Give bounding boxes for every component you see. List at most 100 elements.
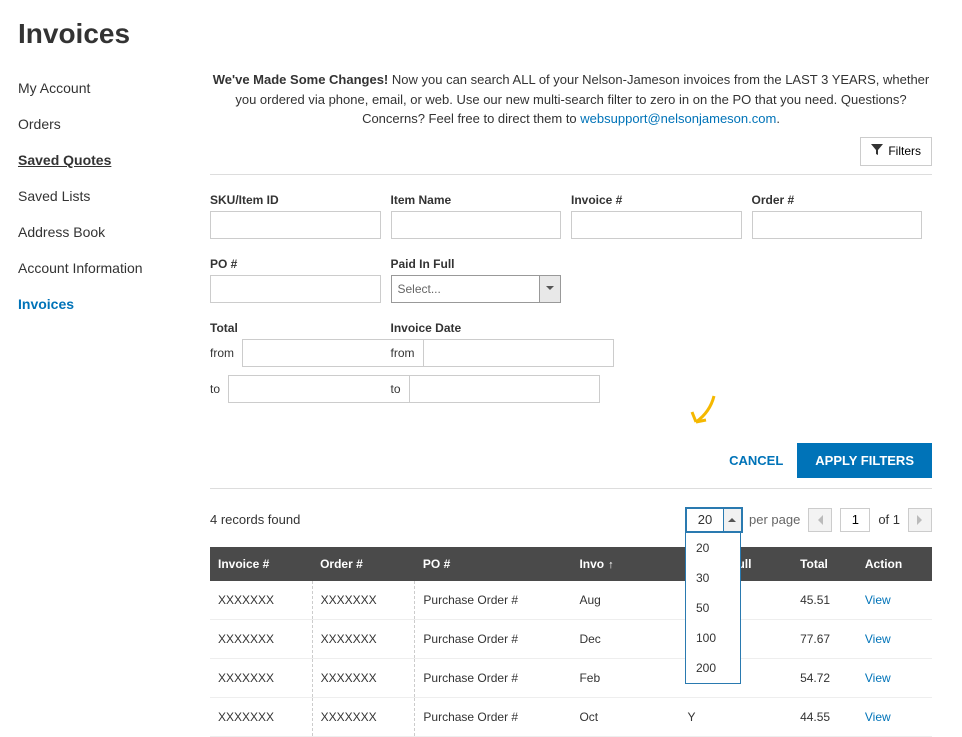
chevron-down-icon [539,275,561,303]
table-row: XXXXXXXXXXXXXXPurchase Order #FebY54.72V… [210,658,932,697]
cell-total: 77.67 [792,619,857,658]
per-page-option[interactable]: 30 [686,563,740,593]
cell-invoice: XXXXXXX [210,581,312,620]
cell-order: XXXXXXX [312,619,415,658]
view-link[interactable]: View [865,632,891,646]
per-page-option[interactable]: 200 [686,653,740,683]
cell-total: 44.55 [792,697,857,736]
apply-filters-button[interactable]: APPLY FILTERS [797,443,932,478]
sidebar-item-account-information[interactable]: Account Information [18,250,210,286]
view-link[interactable]: View [865,593,891,607]
sidebar-item-invoices[interactable]: Invoices [18,286,210,322]
per-page-label: per page [749,512,800,527]
notice-banner: We've Made Some Changes! Now you can sea… [210,70,932,129]
per-page-option[interactable]: 20 [686,533,740,563]
filters-toggle-button[interactable]: Filters [860,137,932,166]
notice-tail: . [776,111,780,126]
sidebar-item-saved-lists[interactable]: Saved Lists [18,178,210,214]
cell-total: 45.51 [792,581,857,620]
funnel-icon [871,144,883,159]
chevron-up-icon [723,509,741,531]
order-num-label: Order # [752,193,923,207]
filters-button-label: Filters [888,144,921,158]
divider [210,174,932,175]
col-action: Action [857,547,932,581]
cell-date: Dec [571,619,679,658]
total-from-label: from [210,346,234,360]
prev-page-button[interactable] [808,508,832,532]
per-page-option[interactable]: 100 [686,623,740,653]
col-order[interactable]: Order # [312,547,415,581]
page-of-label: of 1 [878,512,900,527]
cell-action: View [857,581,932,620]
sort-asc-icon: ↑ [608,559,614,571]
cell-date: Aug [571,581,679,620]
per-page-select[interactable]: 20 [685,507,743,533]
date-from-input[interactable] [423,339,614,367]
cell-total: 54.72 [792,658,857,697]
page-title: Invoices [0,0,962,50]
filter-panel: SKU/Item ID Item Name Invoice # Order # … [210,193,932,429]
sidebar-item-orders[interactable]: Orders [18,106,210,142]
table-row: XXXXXXXXXXXXXXPurchase Order #DecY77.67V… [210,619,932,658]
divider [210,488,932,489]
page-input[interactable] [840,508,870,532]
notice-email-link[interactable]: websupport@nelsonjameson.com [580,111,776,126]
invoice-date-label: Invoice Date [391,321,562,335]
table-row: XXXXXXXXXXXXXXPurchase Order #OctY44.55V… [210,697,932,736]
cancel-button[interactable]: CANCEL [729,453,783,468]
cell-po: Purchase Order # [415,619,572,658]
invoice-num-label: Invoice # [571,193,742,207]
paid-select-value: Select... [391,275,540,303]
col-invoice-date[interactable]: Invo ↑ [571,547,679,581]
sidebar-item-address-book[interactable]: Address Book [18,214,210,250]
paid-in-full-select[interactable]: Select... [391,275,562,303]
col-po[interactable]: PO # [415,547,572,581]
total-label: Total [210,321,381,335]
cell-invoice: XXXXXXX [210,697,312,736]
cell-order: XXXXXXX [312,697,415,736]
date-to-label: to [391,382,401,396]
col-invoice[interactable]: Invoice # [210,547,312,581]
paid-in-full-label: Paid In Full [391,257,562,271]
date-to-input[interactable] [409,375,600,403]
cell-action: View [857,619,932,658]
view-link[interactable]: View [865,671,891,685]
date-from-label: from [391,346,415,360]
per-page-value: 20 [687,509,723,531]
table-row: XXXXXXXXXXXXXXPurchase Order #AugY45.51V… [210,581,932,620]
sku-input[interactable] [210,211,381,239]
cell-action: View [857,658,932,697]
po-num-label: PO # [210,257,381,271]
notice-bold: We've Made Some Changes! [213,72,389,87]
total-to-label: to [210,382,220,396]
col-invoice-date-label: Invo [579,557,604,571]
cell-date: Oct [571,697,679,736]
item-name-label: Item Name [391,193,562,207]
invoices-table: Invoice # Order # PO # Invo↑ Paid In Ful… [210,547,932,737]
sidebar-item-saved-quotes[interactable]: Saved Quotes [18,142,210,178]
cell-paid: Y [679,697,792,736]
cell-date: Feb [571,658,679,697]
cell-po: Purchase Order # [415,697,572,736]
records-found: 4 records found [210,512,300,527]
sidebar: My AccountOrdersSaved QuotesSaved ListsA… [0,50,210,737]
cell-po: Purchase Order # [415,581,572,620]
per-page-dropdown: 203050100200 [685,533,741,684]
cell-order: XXXXXXX [312,658,415,697]
cell-order: XXXXXXX [312,581,415,620]
cell-po: Purchase Order # [415,658,572,697]
view-link[interactable]: View [865,710,891,724]
sku-label: SKU/Item ID [210,193,381,207]
order-num-input[interactable] [752,211,923,239]
item-name-input[interactable] [391,211,562,239]
per-page-option[interactable]: 50 [686,593,740,623]
next-page-button[interactable] [908,508,932,532]
po-num-input[interactable] [210,275,381,303]
col-total[interactable]: Total [792,547,857,581]
invoice-num-input[interactable] [571,211,742,239]
cell-invoice: XXXXXXX [210,658,312,697]
cell-invoice: XXXXXXX [210,619,312,658]
cell-action: View [857,697,932,736]
sidebar-item-my-account[interactable]: My Account [18,70,210,106]
